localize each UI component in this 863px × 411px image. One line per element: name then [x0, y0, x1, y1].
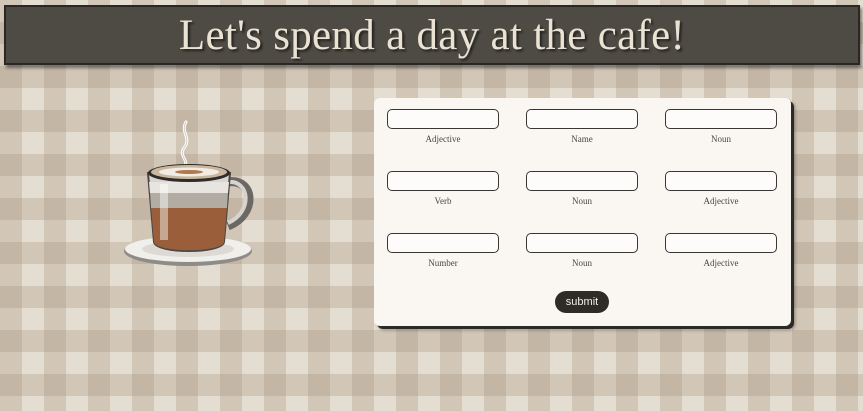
coffee-cup-icon	[124, 120, 254, 266]
adjective-input-1[interactable]	[387, 109, 499, 129]
field-label: Adjective	[703, 258, 739, 268]
field-name: Name	[526, 109, 638, 144]
madlib-form: Adjective Name Noun Verb Noun Adjective …	[374, 98, 791, 326]
field-label: Verb	[434, 196, 452, 206]
field-noun-1: Noun	[665, 109, 777, 144]
field-adjective-1: Adjective	[387, 109, 499, 144]
page-title: Let's spend a day at the cafe!	[178, 11, 686, 59]
noun-input-1[interactable]	[665, 109, 777, 129]
noun-input-2[interactable]	[526, 171, 638, 191]
field-label: Adjective	[703, 196, 739, 206]
page-header: Let's spend a day at the cafe!	[4, 5, 860, 65]
adjective-input-2[interactable]	[665, 171, 777, 191]
field-label: Noun	[572, 258, 592, 268]
field-verb: Verb	[387, 171, 499, 206]
field-adjective-2: Adjective	[665, 171, 777, 206]
field-number: Number	[387, 233, 499, 268]
field-label: Name	[571, 134, 593, 144]
submit-button[interactable]: submit	[555, 291, 609, 313]
adjective-input-3[interactable]	[665, 233, 777, 253]
name-input[interactable]	[526, 109, 638, 129]
noun-input-3[interactable]	[526, 233, 638, 253]
field-noun-2: Noun	[526, 171, 638, 206]
field-noun-3: Noun	[526, 233, 638, 268]
field-label: Noun	[572, 196, 592, 206]
coffee-cup-illustration	[120, 118, 256, 270]
verb-input[interactable]	[387, 171, 499, 191]
field-adjective-3: Adjective	[665, 233, 777, 268]
number-input[interactable]	[387, 233, 499, 253]
field-label: Noun	[711, 134, 731, 144]
field-label: Number	[428, 258, 458, 268]
field-label: Adjective	[425, 134, 461, 144]
